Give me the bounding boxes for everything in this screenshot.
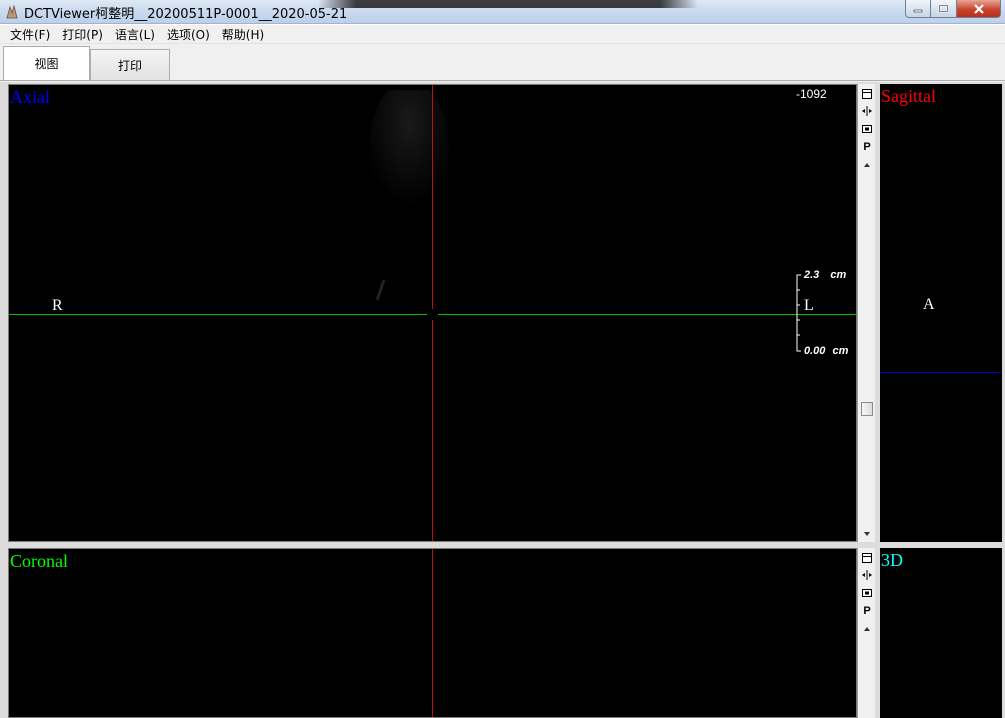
axial-orientation-left: R bbox=[52, 297, 63, 314]
tab-print[interactable]: 打印 bbox=[90, 49, 170, 80]
menu-file[interactable]: 文件(F) bbox=[4, 26, 56, 43]
minimize-button[interactable] bbox=[905, 0, 931, 18]
scale-bar bbox=[796, 274, 801, 352]
window-title: DCTViewer柯整明__20200511P-0001__2020-05-21 bbox=[24, 7, 348, 22]
camera-icon[interactable] bbox=[860, 122, 874, 136]
axial-pixel-value: -1092 bbox=[796, 87, 827, 101]
scroll-up-icon[interactable] bbox=[860, 158, 874, 172]
menu-options[interactable]: 选项(O) bbox=[161, 26, 216, 43]
scale-top-value: 2.3 bbox=[804, 269, 820, 281]
sagittal-label: Sagittal bbox=[881, 86, 936, 106]
axial-scroll-thumb[interactable] bbox=[861, 402, 873, 416]
scale-bottom-label: 0.00 cm bbox=[804, 345, 848, 357]
3d-view[interactable]: 3D bbox=[880, 548, 1002, 718]
scale-top-label: 2.3 cm bbox=[804, 269, 846, 281]
minimize-icon bbox=[913, 9, 923, 12]
scale-bottom-unit: cm bbox=[832, 345, 849, 357]
title-bar[interactable]: DCTViewer柯整明__20200511P-0001__2020-05-21 bbox=[0, 0, 1005, 24]
split-icon[interactable] bbox=[860, 104, 874, 118]
split-icon[interactable] bbox=[860, 568, 874, 582]
crosshair-center bbox=[427, 309, 438, 320]
tab-bar: 视图 打印 bbox=[0, 44, 1005, 82]
sagittal-view[interactable]: Sagittal A bbox=[880, 84, 1002, 542]
axial-toolstrip: P bbox=[857, 84, 875, 542]
p-icon[interactable]: P bbox=[860, 140, 874, 154]
axial-view[interactable]: Axial -1092 R L 2.3 cm 0.00 cm bbox=[8, 84, 857, 542]
coronal-vertical-crosshair[interactable] bbox=[432, 549, 433, 717]
tab-view[interactable]: 视图 bbox=[3, 46, 90, 80]
coronal-label: Coronal bbox=[10, 551, 68, 571]
coronal-view[interactable]: Coronal bbox=[8, 548, 857, 718]
viewport-workspace: Axial -1092 R L 2.3 cm 0.00 cm P Sagitta… bbox=[0, 82, 1005, 718]
menu-help[interactable]: 帮助(H) bbox=[216, 26, 270, 43]
coronal-toolstrip: P bbox=[857, 548, 875, 718]
scale-top-unit: cm bbox=[830, 269, 847, 281]
menu-print[interactable]: 打印(P) bbox=[56, 26, 109, 43]
layout-icon[interactable] bbox=[860, 551, 874, 565]
3d-label: 3D bbox=[881, 550, 903, 570]
axial-label: Axial bbox=[10, 87, 50, 107]
faint-shadow bbox=[369, 90, 449, 301]
scroll-up-icon[interactable] bbox=[860, 622, 874, 636]
maximize-button[interactable] bbox=[931, 0, 957, 18]
sagittal-orientation: A bbox=[923, 296, 935, 313]
layout-icon[interactable] bbox=[860, 87, 874, 101]
sagittal-horizontal-crosshair[interactable] bbox=[880, 372, 1002, 373]
menu-language[interactable]: 语言(L) bbox=[109, 26, 161, 43]
maximize-icon bbox=[938, 4, 949, 13]
menu-bar: 文件(F) 打印(P) 语言(L) 选项(O) 帮助(H) bbox=[0, 25, 1005, 44]
close-button[interactable] bbox=[957, 0, 1001, 18]
camera-icon[interactable] bbox=[860, 586, 874, 600]
scale-bottom-value: 0.00 bbox=[804, 345, 826, 357]
scroll-down-icon[interactable] bbox=[860, 527, 874, 541]
p-icon[interactable]: P bbox=[860, 604, 874, 618]
window-controls bbox=[905, 0, 1001, 18]
title-shadow bbox=[318, 0, 698, 8]
axial-orientation-right: L bbox=[804, 297, 814, 314]
close-icon bbox=[973, 3, 984, 14]
tab-divider bbox=[0, 80, 1005, 81]
app-icon bbox=[6, 4, 18, 19]
